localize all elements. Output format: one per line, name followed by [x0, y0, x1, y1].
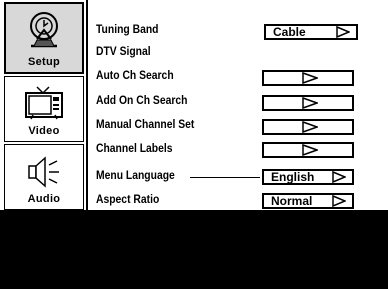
tab-setup[interactable]: Setup — [4, 2, 84, 74]
menu-language-select[interactable]: English — [262, 169, 354, 185]
auto-ch-search-button[interactable] — [262, 70, 354, 86]
aspect-ratio-value: Normal — [271, 194, 313, 208]
channel-labels-button[interactable] — [262, 142, 354, 158]
tab-video[interactable]: Video — [4, 76, 84, 142]
menu-item-aspect-ratio[interactable]: Aspect Ratio — [96, 194, 159, 206]
menu-item-dtv-signal[interactable]: DTV Signal — [96, 46, 151, 58]
play-arrow-icon — [302, 143, 320, 157]
menu-language-value: English — [271, 170, 315, 184]
menu-item-add-on-ch-search[interactable]: Add On Ch Search — [96, 95, 187, 107]
menu-item-channel-labels[interactable]: Channel Labels — [96, 143, 173, 155]
manual-channel-set-button[interactable] — [262, 119, 354, 135]
tv-icon — [23, 85, 65, 126]
add-on-ch-search-button[interactable] — [262, 95, 354, 111]
menu-item-tuning-band[interactable]: Tuning Band — [96, 24, 158, 36]
aspect-ratio-select[interactable]: Normal — [262, 193, 354, 209]
tab-audio[interactable]: Audio — [4, 144, 84, 210]
black-overlay — [0, 210, 388, 289]
satellite-dish-icon — [25, 10, 63, 55]
tab-audio-label: Audio — [27, 193, 61, 205]
play-arrow-icon — [302, 71, 320, 85]
play-arrow-icon — [336, 25, 351, 39]
menu-item-auto-ch-search[interactable]: Auto Ch Search — [96, 70, 174, 82]
play-arrow-icon — [332, 170, 347, 184]
tuning-band-value: Cable — [273, 25, 306, 39]
sidebar: Setup Video Audio — [0, 0, 88, 210]
speaker-icon — [26, 155, 62, 194]
play-arrow-icon — [332, 194, 347, 208]
row-divider — [190, 177, 260, 178]
play-arrow-icon — [302, 120, 320, 134]
menu-item-menu-language[interactable]: Menu Language — [96, 170, 175, 182]
tab-setup-label: Setup — [27, 56, 61, 68]
tab-video-label: Video — [28, 125, 60, 137]
menu-item-manual-channel-set[interactable]: Manual Channel Set — [96, 119, 194, 131]
play-arrow-icon — [302, 96, 320, 110]
tuning-band-select[interactable]: Cable — [264, 24, 358, 40]
